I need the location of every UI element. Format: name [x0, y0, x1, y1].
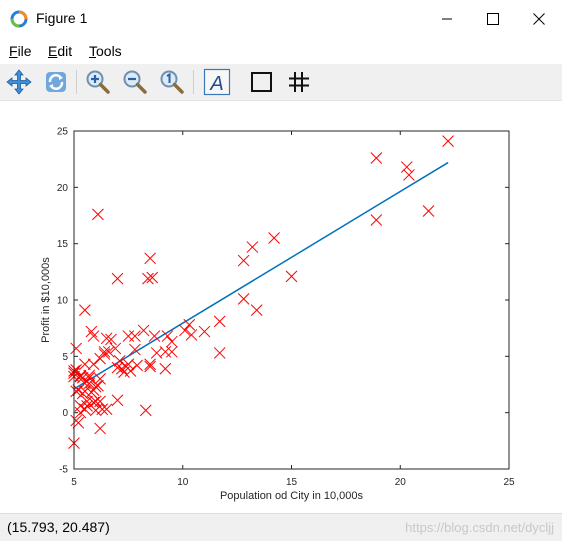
data-point-marker: [144, 252, 156, 265]
scatter-chart[interactable]: 5 10 15 20 25 -5 0 5 10 15 20 25 Population od City…: [0, 101, 562, 513]
axes-box: [73, 130, 510, 470]
figure-canvas[interactable]: 5 10 15 20 25 -5 0 5 10 15 20 25 Population od City…: [0, 101, 562, 513]
data-point-marker: [87, 330, 100, 342]
data-point-marker: [79, 358, 91, 371]
toggle-grid-button[interactable]: [285, 68, 313, 96]
rotate-button[interactable]: [42, 68, 70, 96]
data-point-marker: [179, 324, 191, 337]
y-tick-label: -5: [59, 465, 68, 476]
data-point-marker: [268, 232, 280, 244]
data-point-marker: [139, 404, 152, 417]
x-tick-label: 15: [286, 477, 298, 488]
zoom-in-button[interactable]: [84, 68, 112, 96]
data-point-marker: [129, 330, 141, 342]
watermark-text: https://blog.csdn.net/dycljj: [405, 520, 554, 535]
zoom-out-icon: [123, 70, 147, 94]
octave-app-icon: [10, 10, 28, 28]
cursor-coordinates: (15.793, 20.487): [7, 519, 110, 535]
data-point-marker: [370, 152, 383, 164]
data-point-marker: [87, 358, 100, 371]
data-point-marker: [94, 422, 106, 435]
y-tick-label: 10: [57, 296, 69, 307]
minimize-button[interactable]: [424, 0, 470, 38]
data-point-marker: [422, 205, 435, 217]
data-point-marker: [131, 359, 143, 372]
svg-text:A: A: [209, 73, 223, 95]
data-point-marker: [98, 348, 111, 360]
data-point-marker: [144, 358, 156, 371]
data-point-marker: [237, 293, 250, 305]
rotate-icon: [46, 72, 66, 92]
zoom-reset-button[interactable]: [158, 68, 186, 96]
data-point-marker: [92, 208, 104, 221]
data-point-marker: [85, 325, 98, 338]
data-point-marker: [166, 335, 178, 348]
data-point-marker: [137, 324, 150, 337]
x-tick-label: 10: [177, 477, 189, 488]
status-bar: (15.793, 20.487) https://blog.csdn.net/d…: [0, 513, 562, 541]
data-point-marker: [159, 345, 172, 358]
x-tick-label: 20: [395, 477, 407, 488]
y-tick-label: 15: [57, 239, 69, 250]
data-point-marker: [442, 135, 454, 147]
data-point-marker: [122, 330, 135, 342]
insert-text-button[interactable]: A: [203, 68, 231, 96]
zoom-out-button[interactable]: [121, 68, 149, 96]
toolbar-separator: [76, 70, 77, 94]
data-point-marker: [250, 304, 263, 316]
zoom-reset-icon: [160, 70, 184, 94]
maximize-button[interactable]: [470, 0, 516, 38]
text-insert-icon: A: [203, 68, 231, 96]
data-point-marker: [285, 270, 298, 283]
data-point-marker: [237, 254, 250, 267]
data-point-marker: [213, 347, 226, 359]
data-point-marker: [166, 345, 178, 358]
figure-toolbar: A: [0, 64, 562, 101]
data-point-marker: [111, 272, 124, 285]
data-point-marker: [403, 169, 415, 181]
data-point-marker: [113, 354, 126, 367]
close-icon: [533, 13, 545, 25]
y-tick-label: 25: [57, 127, 69, 138]
x-axis-label: Population od City in 10,000s: [220, 490, 364, 502]
y-tick-label: 20: [57, 183, 69, 194]
menu-file[interactable]: File: [9, 43, 32, 59]
zoom-in-icon: [86, 70, 110, 94]
data-point-marker: [198, 325, 211, 338]
data-point-marker: [246, 241, 259, 253]
data-point-marker: [185, 329, 198, 341]
x-tick-label: 5: [71, 477, 77, 488]
window-title: Figure 1: [36, 10, 88, 26]
data-point-marker: [213, 315, 226, 328]
data-point-marker: [111, 394, 124, 407]
pan-icon: [6, 69, 32, 95]
y-axis-label: Profit in $10,000s: [40, 257, 52, 343]
title-bar: Figure 1: [0, 0, 562, 38]
data-point-marker: [183, 318, 196, 331]
data-point-marker: [144, 360, 156, 373]
close-button[interactable]: [516, 0, 562, 38]
toolbar-separator: [193, 70, 194, 94]
pan-button[interactable]: [5, 68, 33, 96]
box-toggle-icon: [251, 72, 272, 92]
data-point-marker: [79, 304, 91, 316]
menu-edit[interactable]: Edit: [48, 43, 72, 59]
maximize-icon: [487, 13, 499, 25]
data-point-marker: [370, 214, 383, 226]
minimize-icon: [442, 18, 452, 20]
y-tick-label: 5: [62, 352, 68, 363]
data-point-marker: [70, 342, 83, 355]
grid-toggle-icon: [289, 72, 309, 92]
data-point-marker: [400, 161, 413, 173]
data-point-marker: [74, 400, 87, 412]
x-tick-label: 25: [503, 477, 515, 488]
y-tick-label: 0: [62, 408, 68, 419]
toggle-box-button[interactable]: [248, 68, 276, 96]
data-point-marker: [159, 362, 172, 375]
menu-tools[interactable]: Tools: [89, 43, 122, 59]
menu-bar: File Edit Tools: [0, 38, 562, 64]
